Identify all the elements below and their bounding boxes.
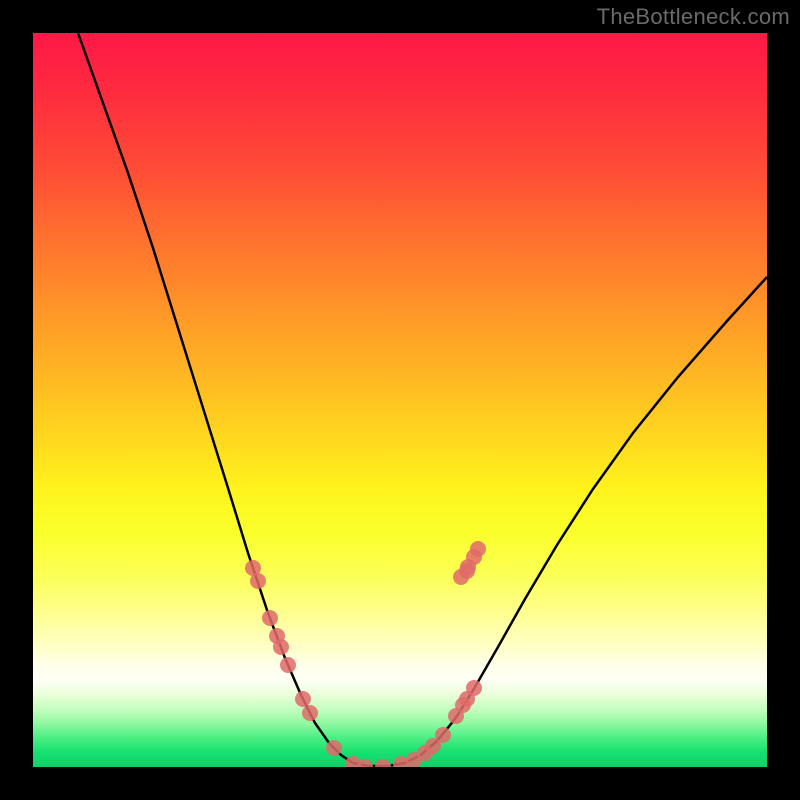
scatter-dot — [435, 727, 451, 743]
curve-layer — [33, 33, 767, 767]
scatter-dot — [295, 691, 311, 707]
bottleneck-curve — [78, 33, 767, 766]
chart-frame: TheBottleneck.com — [0, 0, 800, 800]
scatter-dot — [375, 759, 391, 767]
scatter-dot — [262, 610, 278, 626]
scatter-dot — [466, 680, 482, 696]
scatter-dot — [273, 639, 289, 655]
scatter-dot — [302, 705, 318, 721]
scatter-dot — [326, 740, 342, 756]
scatter-dot — [250, 573, 266, 589]
scatter-dot — [280, 657, 296, 673]
watermark-text: TheBottleneck.com — [597, 4, 790, 30]
scatter-dot — [459, 563, 475, 579]
plot-area — [33, 33, 767, 767]
scatter-dot — [470, 541, 486, 557]
scatter-dots — [245, 541, 486, 767]
